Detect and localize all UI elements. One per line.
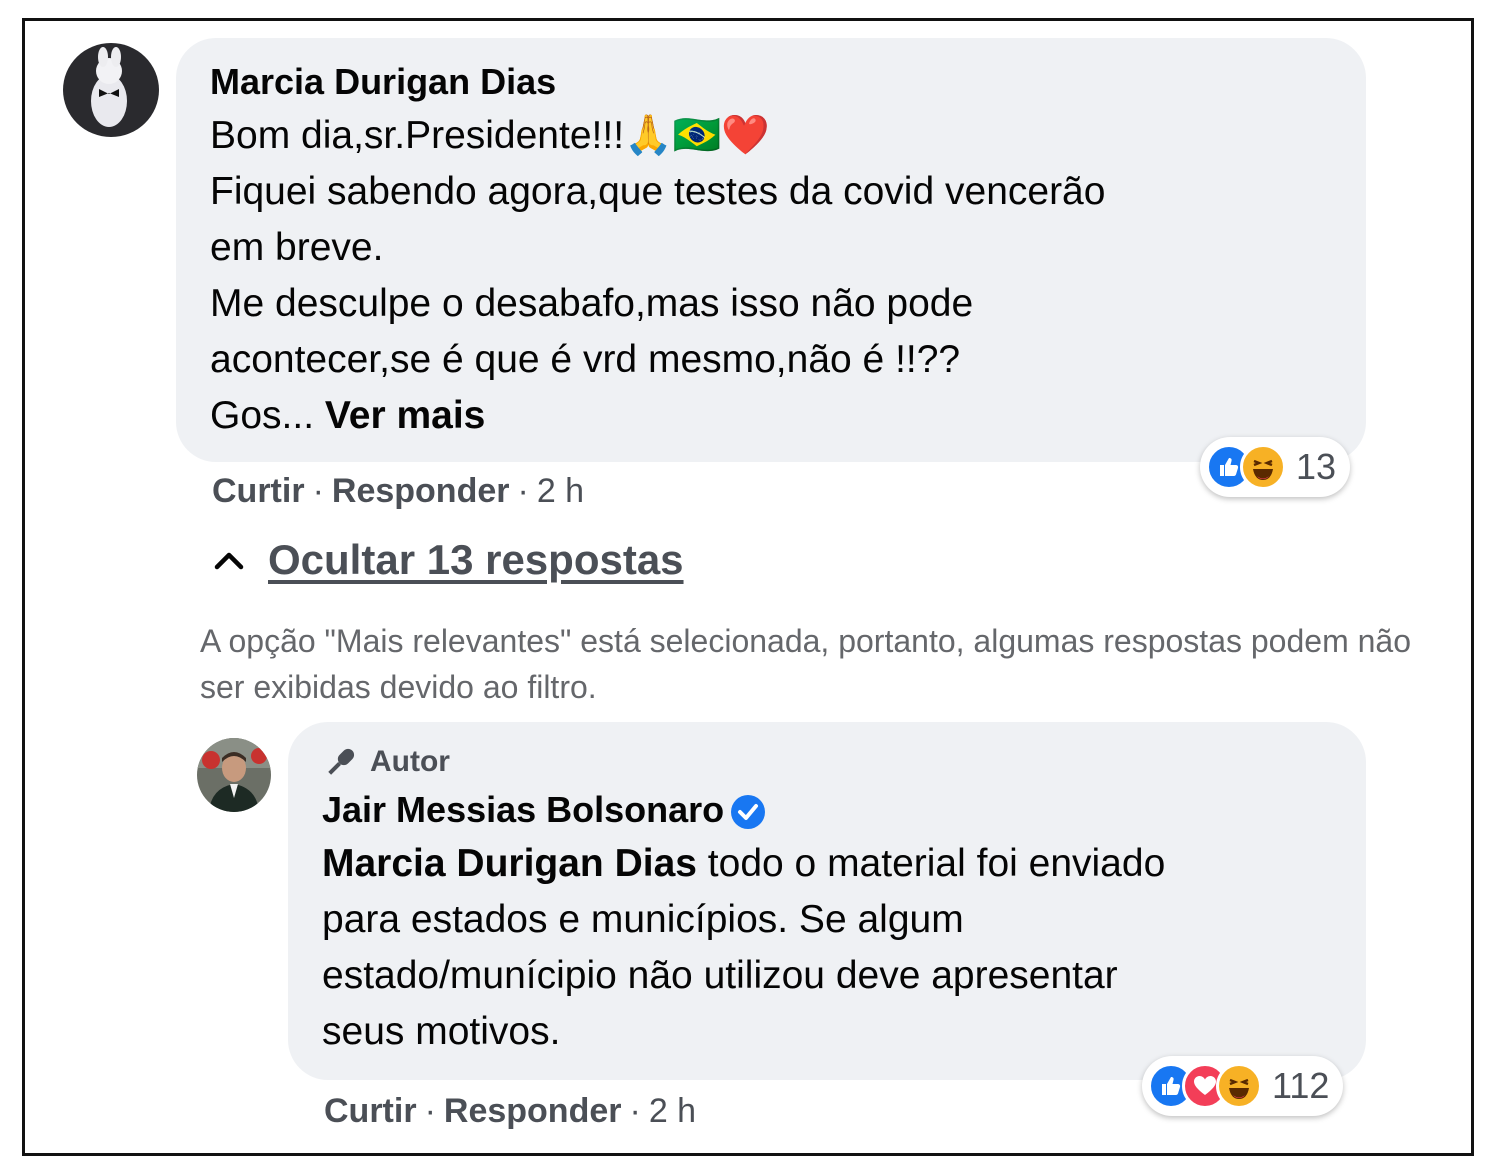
comment-author[interactable]: Marcia Durigan Dias (210, 62, 1332, 102)
hide-replies-toggle[interactable]: Ocultar 13 respostas (214, 536, 684, 584)
timestamp[interactable]: 2 h (649, 1092, 696, 1130)
brazil-flag-emoji: 🇧🇷 (672, 114, 722, 157)
reaction-summary[interactable]: 13 (1200, 437, 1351, 497)
author-badge-label: Autor (370, 745, 450, 778)
separator: · (517, 472, 529, 510)
reply-bubble: Autor Jair Messias Bolsonaro Marcia Duri… (288, 722, 1366, 1080)
reply-line: Marcia Durigan Dias todo o material foi … (322, 842, 1166, 886)
chevron-up-icon (214, 552, 244, 570)
timestamp[interactable]: 2 h (537, 472, 584, 510)
verified-badge-icon (730, 794, 766, 830)
like-button[interactable]: Curtir (212, 472, 305, 510)
comment-line: Me desculpe o desabafo,mas isso não pode (210, 282, 974, 325)
reply-line: para estados e municípios. Se algum (322, 898, 964, 942)
haha-icon (1216, 1063, 1262, 1109)
avatar[interactable] (63, 43, 159, 137)
comment-bubble: Marcia Durigan Dias Bom dia,sr.President… (176, 38, 1366, 462)
separator: · (424, 1092, 436, 1130)
reaction-summary[interactable]: 112 (1142, 1056, 1344, 1116)
reply-text: Marcia Durigan Dias todo o material foi … (322, 836, 1332, 1060)
separator: · (629, 1092, 641, 1130)
reaction-count: 112 (1272, 1065, 1330, 1106)
reply-author[interactable]: Jair Messias Bolsonaro (322, 789, 724, 830)
filter-notice: A opção "Mais relevantes" está seleciona… (200, 623, 1411, 705)
reply-button[interactable]: Responder (332, 472, 510, 510)
comment-line: Bom dia,sr.Presidente!!!🙏🇧🇷❤️ (210, 114, 770, 157)
author-badge: Autor (322, 744, 1332, 780)
see-more-link[interactable]: Ver mais (325, 394, 485, 437)
folded-hands-emoji: 🙏 (624, 114, 673, 157)
hide-replies-label[interactable]: Ocultar 13 respostas (268, 536, 684, 584)
comment-line: Gos... Ver mais (210, 394, 486, 437)
comment-line: em breve. (210, 226, 384, 269)
comment-line: Fiquei sabendo agora,que testes da covid… (210, 170, 1106, 213)
reply-author-row: Jair Messias Bolsonaro (322, 790, 1332, 830)
microphone-icon (328, 748, 355, 775)
reply-actions: Curtir · Responder · 2 h (324, 1092, 696, 1131)
haha-icon (1240, 444, 1286, 490)
reaction-count: 13 (1296, 446, 1337, 487)
comment-actions: Curtir · Responder · 2 h (212, 472, 584, 511)
red-heart-emoji: ❤️ (721, 114, 770, 157)
comment-text: Bom dia,sr.Presidente!!!🙏🇧🇷❤️ Fiquei sab… (210, 108, 1332, 444)
separator: · (312, 472, 324, 510)
reply-button[interactable]: Responder (444, 1092, 622, 1130)
mention-link[interactable]: Marcia Durigan Dias (322, 842, 697, 885)
comment-line: acontecer,se é que é vrd mesmo,não é !!?… (210, 338, 961, 381)
like-button[interactable]: Curtir (324, 1092, 417, 1130)
reply-line: estado/munícipio não utilizou deve apres… (322, 954, 1118, 998)
avatar[interactable] (197, 738, 271, 812)
reply-line: seus motivos. (322, 1010, 561, 1054)
